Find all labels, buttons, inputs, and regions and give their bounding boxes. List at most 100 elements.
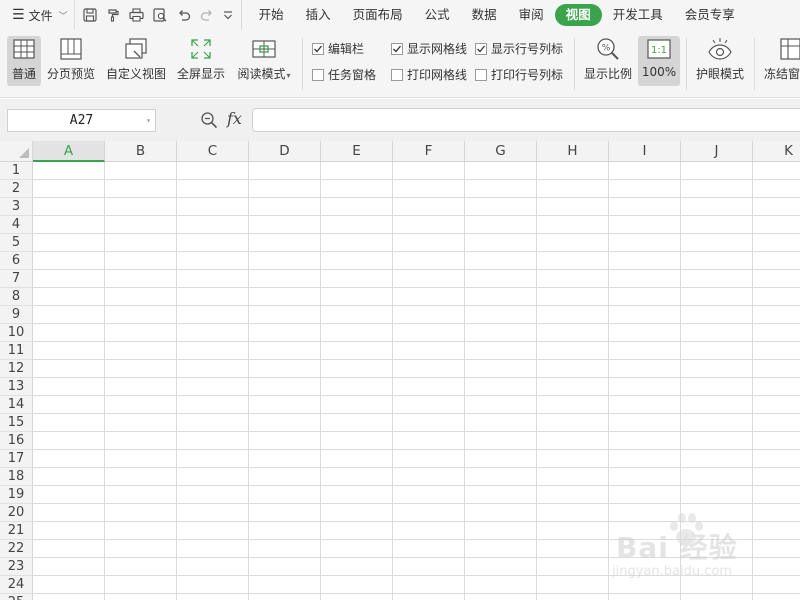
ribbon-divider [302,38,303,90]
file-menu-label: 文件 [28,8,53,23]
row-header-9[interactable]: 9 [0,306,33,324]
row-header-25[interactable]: 25 [0,594,33,600]
tab-data[interactable]: 数据 [461,4,508,26]
row-header-2[interactable]: 2 [0,180,33,198]
one-to-one-icon: 1:1 [647,36,671,62]
formula-input[interactable] [252,108,800,132]
checkbox-checked-icon [312,42,324,55]
freeze-panes-label: 冻结窗 [764,67,800,81]
row-header-5[interactable]: 5 [0,234,33,252]
show-gridlines-checkbox[interactable]: 显示网格线 [391,40,467,57]
row-header-17[interactable]: 17 [0,450,33,468]
file-menu[interactable]: ☰ 文件 ﹀ [0,0,74,30]
ribbon-view: 普通 分页预览 自定义视图 全屏显示 阅读模式▾ 编辑栏 任务窗格 显示网格线 … [0,30,800,98]
print-preview-icon[interactable] [152,8,168,22]
redo-icon[interactable] [200,8,214,22]
row-header-16[interactable]: 16 [0,432,33,450]
row-header-10[interactable]: 10 [0,324,33,342]
normal-view-button[interactable]: 普通 [7,36,41,86]
row-header-11[interactable]: 11 [0,342,33,360]
row-header-18[interactable]: 18 [0,468,33,486]
dropdown-caret-icon[interactable]: ▾ [146,116,151,125]
row-header-1[interactable]: 1 [0,162,33,180]
column-header-e[interactable]: E [321,141,393,162]
row-header-7[interactable]: 7 [0,270,33,288]
name-box-value: A27 [69,113,94,128]
row-header-13[interactable]: 13 [0,378,33,396]
print-headings-checkbox[interactable]: 打印行号列标 [475,66,563,83]
tab-review[interactable]: 审阅 [508,4,555,26]
show-headings-label: 显示行号列标 [491,42,564,56]
page-break-preview-label: 分页预览 [46,67,95,81]
row-header-24[interactable]: 24 [0,576,33,594]
row-header-15[interactable]: 15 [0,414,33,432]
checkbox-unchecked-icon [475,68,487,81]
name-box[interactable]: A27 ▾ [7,109,156,132]
undo-icon[interactable] [177,8,191,22]
row-header-14[interactable]: 14 [0,396,33,414]
save-icon[interactable] [82,8,97,22]
formula-bar-checkbox[interactable]: 编辑栏 [312,40,364,57]
ribbon-divider [574,38,575,90]
column-header-b[interactable]: B [105,141,177,162]
task-pane-checkbox[interactable]: 任务窗格 [312,66,376,83]
column-header-j[interactable]: J [681,141,753,162]
zoom-label: 显示比例 [583,67,632,81]
row-header-4[interactable]: 4 [0,216,33,234]
tab-home[interactable]: 开始 [248,4,295,26]
row-header-23[interactable]: 23 [0,558,33,576]
column-header-i[interactable]: I [609,141,681,162]
print-gridlines-checkbox[interactable]: 打印网格线 [391,66,467,83]
row-header-21[interactable]: 21 [0,522,33,540]
freeze-panes-button[interactable]: 冻结窗 [762,36,800,86]
tab-insert[interactable]: 插入 [295,4,342,26]
format-painter-icon[interactable] [106,8,120,22]
tab-formulas[interactable]: 公式 [414,4,461,26]
row-header-22[interactable]: 22 [0,540,33,558]
tab-membership[interactable]: 会员专享 [674,4,746,26]
hamburger-icon: ☰ [12,7,25,23]
tab-developer[interactable]: 开发工具 [602,4,674,26]
page-break-preview-button[interactable]: 分页预览 [46,36,96,86]
column-header-f[interactable]: F [393,141,465,162]
select-all-corner[interactable] [0,141,33,162]
column-header-k[interactable]: K [753,141,800,162]
row-header-8[interactable]: 8 [0,288,33,306]
row-header-20[interactable]: 20 [0,504,33,522]
reading-mode-button[interactable]: 阅读模式▾ [235,36,293,86]
customize-toolbar-icon[interactable] [223,8,233,22]
magnifier-icon[interactable] [200,111,218,132]
ribbon-divider [754,38,755,90]
row-header-19[interactable]: 19 [0,486,33,504]
checkbox-unchecked-icon [391,68,403,81]
zoom-100-button[interactable]: 1:1 100% [638,36,680,86]
column-header-a[interactable]: A [33,141,105,162]
tab-view[interactable]: 视图 [554,4,602,26]
chevron-down-icon: ﹀ [58,11,68,22]
custom-view-button[interactable]: 自定义视图 [105,36,167,86]
tab-page-layout[interactable]: 页面布局 [342,4,414,26]
row-header-12[interactable]: 12 [0,360,33,378]
reading-mode-icon [252,36,276,62]
column-header-c[interactable]: C [177,141,249,162]
eye-icon [707,36,733,62]
quick-access-toolbar [73,0,241,30]
column-header-h[interactable]: H [537,141,609,162]
row-header-3[interactable]: 3 [0,198,33,216]
zoom-button[interactable]: % 显示比例 [582,36,634,86]
dropdown-caret-icon: ▾ [286,71,291,80]
row-header-6[interactable]: 6 [0,252,33,270]
eye-protection-label: 护眼模式 [695,67,744,81]
insert-function-button[interactable]: fx [227,109,242,128]
print-icon[interactable] [128,8,144,22]
column-header-g[interactable]: G [465,141,537,162]
show-headings-checkbox[interactable]: 显示行号列标 [475,40,563,57]
full-screen-label: 全屏显示 [176,67,225,81]
formula-bar: A27 ▾ fx [0,99,800,141]
column-header-d[interactable]: D [249,141,321,162]
active-cell[interactable] [33,162,105,180]
eye-protection-button[interactable]: 护眼模式 [693,36,747,86]
full-screen-button[interactable]: 全屏显示 [176,36,226,86]
zoom-percent-icon: % [596,36,620,62]
zoom-100-label: 100% [641,65,677,79]
